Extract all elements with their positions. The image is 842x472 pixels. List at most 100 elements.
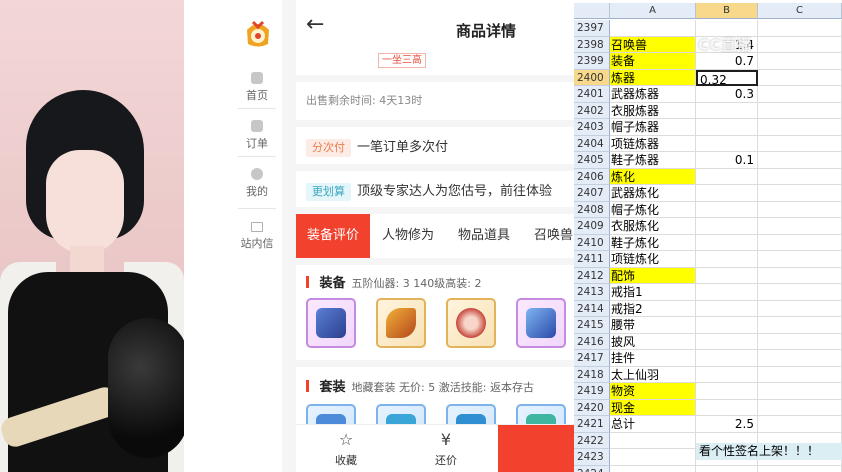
row-header[interactable]: 2408 <box>574 201 610 218</box>
sidebar-item-orders[interactable]: 订单 <box>232 120 282 151</box>
row-header[interactable]: 2413 <box>574 284 610 301</box>
cell-c[interactable] <box>758 152 842 169</box>
cell-a[interactable]: 项链炼化 <box>610 251 696 268</box>
cell-c[interactable] <box>758 119 842 136</box>
cell-a[interactable]: 召唤兽 <box>610 36 696 53</box>
row-header[interactable]: 2398 <box>574 36 610 53</box>
cell-c[interactable] <box>758 218 842 235</box>
cell-c[interactable] <box>758 399 842 416</box>
row-header[interactable]: 2410 <box>574 234 610 251</box>
row-header[interactable]: 2424 <box>574 465 610 472</box>
buy-button[interactable] <box>498 425 574 472</box>
cell-c[interactable] <box>758 465 842 472</box>
cell-b[interactable] <box>696 333 758 350</box>
cell-c[interactable] <box>758 383 842 400</box>
cell-c[interactable] <box>758 234 842 251</box>
cell-b[interactable] <box>696 135 758 152</box>
row-header[interactable]: 2423 <box>574 449 610 466</box>
cell-c[interactable] <box>758 251 842 268</box>
cell-c[interactable] <box>758 69 842 86</box>
cell-a[interactable] <box>610 432 696 449</box>
cell-c[interactable] <box>758 168 842 185</box>
cell-a[interactable] <box>610 465 696 472</box>
row-header[interactable]: 2401 <box>574 86 610 103</box>
cell-c[interactable] <box>758 300 842 317</box>
cell-b[interactable] <box>696 185 758 202</box>
installment-row[interactable]: 分次付 一笔订单多次付 <box>306 136 574 157</box>
cell-a[interactable]: 项链炼器 <box>610 135 696 152</box>
cell-c[interactable] <box>758 366 842 383</box>
cell-c[interactable] <box>758 284 842 301</box>
row-header[interactable]: 2412 <box>574 267 610 284</box>
cell-c[interactable] <box>758 267 842 284</box>
cell-a[interactable]: 挂件 <box>610 350 696 367</box>
cell-b[interactable] <box>696 102 758 119</box>
column-header-b[interactable]: B <box>696 3 758 19</box>
row-header[interactable]: 2420 <box>574 399 610 416</box>
sidebar-item-mine[interactable]: 我的 <box>232 168 282 199</box>
cell-b[interactable]: 0.7 <box>696 53 758 70</box>
sidebar-item-home[interactable]: 首页 <box>232 72 282 103</box>
cell-a[interactable] <box>610 20 696 37</box>
cell-c[interactable] <box>758 86 842 103</box>
row-header[interactable]: 2421 <box>574 416 610 433</box>
row-header[interactable]: 2422 <box>574 432 610 449</box>
cell-a[interactable]: 帽子炼化 <box>610 201 696 218</box>
cell-a[interactable]: 物资 <box>610 383 696 400</box>
cell-a[interactable]: 衣服炼化 <box>610 218 696 235</box>
row-header[interactable]: 2416 <box>574 333 610 350</box>
active-cell[interactable]: 0.32 <box>696 69 758 87</box>
column-header-c[interactable]: C <box>758 3 842 19</box>
cell-c[interactable] <box>758 416 842 433</box>
favorite-button[interactable]: ☆ 收藏 <box>316 431 376 468</box>
cell-c[interactable] <box>758 102 842 119</box>
tab-equipment-review[interactable]: 装备评价 <box>296 214 371 258</box>
cell-a[interactable]: 衣服炼器 <box>610 102 696 119</box>
cell-c[interactable] <box>758 201 842 218</box>
cell-a[interactable]: 腰带 <box>610 317 696 334</box>
equipment-item[interactable] <box>306 298 356 348</box>
bargain-button[interactable]: ¥ 还价 <box>416 431 476 468</box>
cell-c[interactable] <box>758 36 842 53</box>
cell-a[interactable]: 炼化 <box>610 168 696 185</box>
note-cell[interactable]: 看个性签名上架！！！ <box>696 443 842 460</box>
equipment-item[interactable] <box>376 298 426 348</box>
cell-c[interactable] <box>758 317 842 334</box>
cell-a[interactable]: 配饰 <box>610 267 696 284</box>
row-header[interactable]: 2407 <box>574 185 610 202</box>
cell-b[interactable]: 0.3 <box>696 86 758 103</box>
cell-c[interactable] <box>758 135 842 152</box>
cell-b[interactable] <box>696 168 758 185</box>
cell-c[interactable] <box>758 185 842 202</box>
cell-a[interactable]: 炼器 <box>610 69 696 86</box>
tab-summons[interactable]: 召唤兽 <box>534 214 573 258</box>
cell-a[interactable]: 太上仙羽 <box>610 366 696 383</box>
cell-a[interactable]: 总计 <box>610 416 696 433</box>
row-header[interactable]: 2411 <box>574 251 610 268</box>
cell-b[interactable] <box>696 383 758 400</box>
cell-c[interactable] <box>758 20 842 37</box>
cell-b[interactable] <box>696 317 758 334</box>
cell-a[interactable]: 装备 <box>610 53 696 70</box>
equipment-item[interactable] <box>446 298 496 348</box>
cell-c[interactable] <box>758 333 842 350</box>
cell-b[interactable] <box>696 284 758 301</box>
cell-b[interactable] <box>696 218 758 235</box>
row-header[interactable]: 2404 <box>574 135 610 152</box>
cell-b[interactable] <box>696 267 758 284</box>
select-all-corner[interactable] <box>574 3 610 19</box>
row-header[interactable]: 2406 <box>574 168 610 185</box>
cell-b[interactable]: 2.5 <box>696 416 758 433</box>
row-header[interactable]: 2417 <box>574 350 610 367</box>
tab-character-cultivation[interactable]: 人物修为 <box>382 214 434 258</box>
estimate-row[interactable]: 更划算 顶级专家达人为您估号，前往体验 <box>306 180 574 201</box>
row-header[interactable]: 2419 <box>574 383 610 400</box>
cell-a[interactable]: 戒指1 <box>610 284 696 301</box>
cell-b[interactable] <box>696 350 758 367</box>
column-header-a[interactable]: A <box>610 3 696 19</box>
row-header[interactable]: 2418 <box>574 366 610 383</box>
cell-c[interactable] <box>758 53 842 70</box>
row-header[interactable]: 2409 <box>574 218 610 235</box>
cell-b[interactable] <box>696 366 758 383</box>
row-header[interactable]: 2402 <box>574 102 610 119</box>
